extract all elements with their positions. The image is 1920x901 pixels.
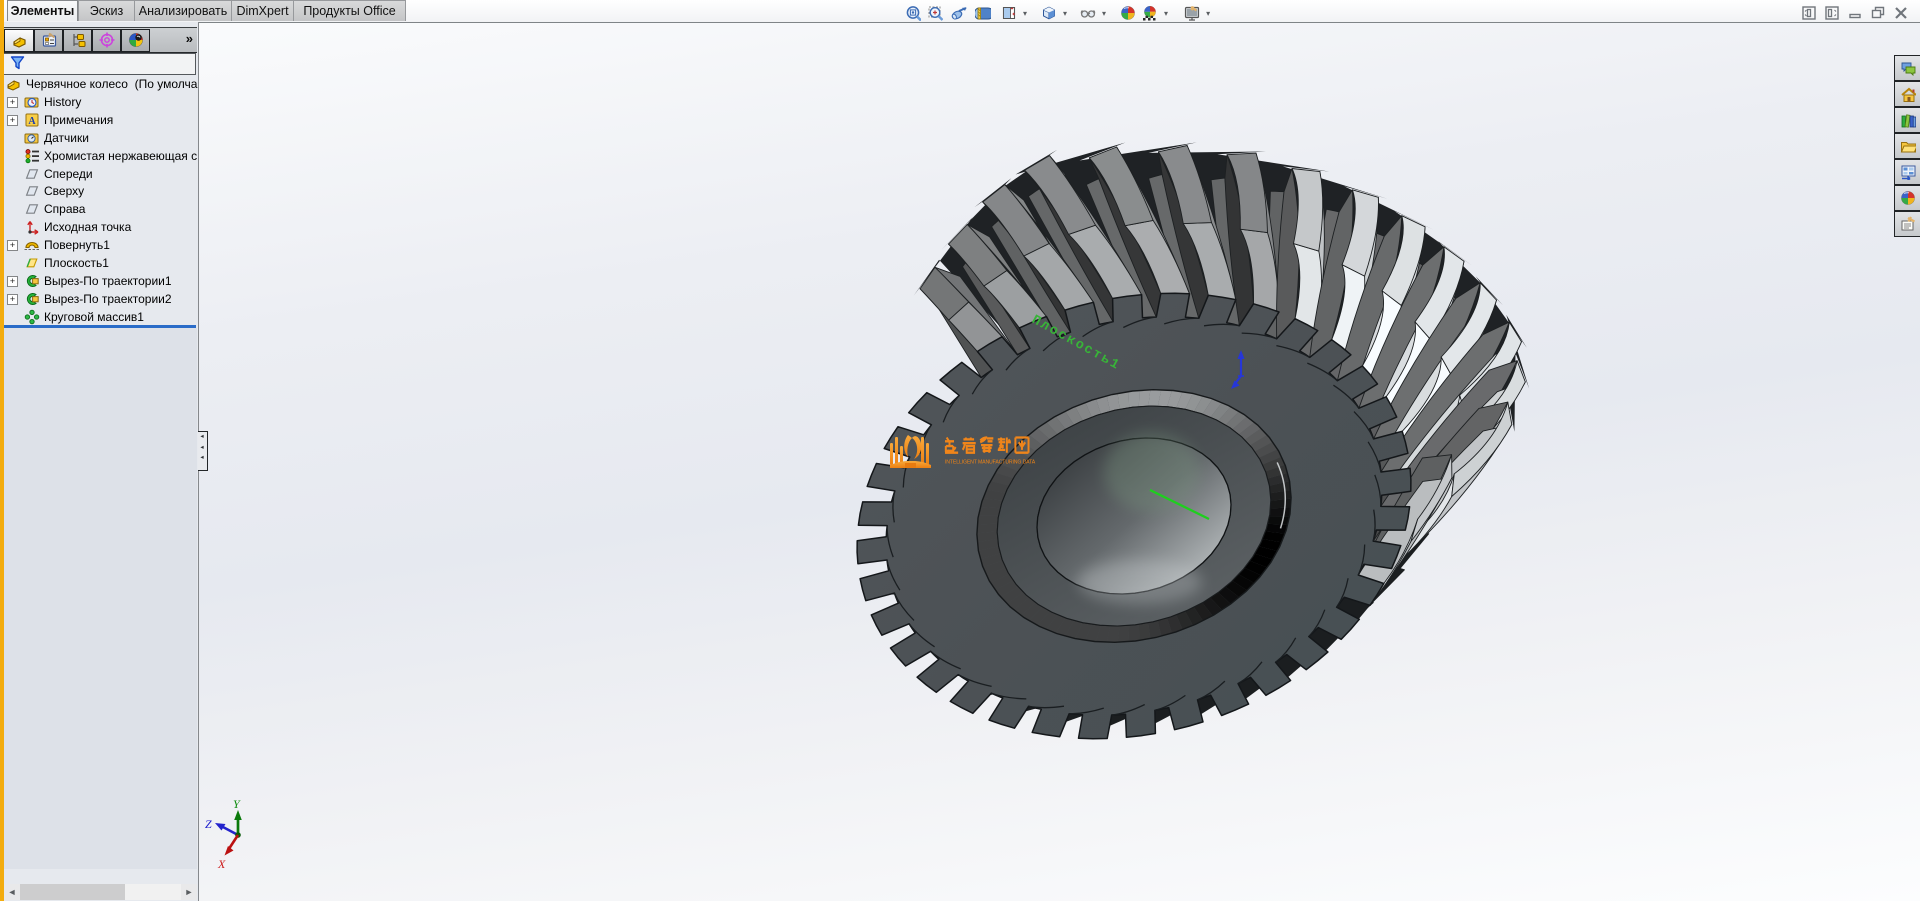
svg-text:X: X (217, 857, 226, 871)
svg-text:Y: Y (233, 797, 241, 811)
svg-text:INTELLIGENT MANUFACTURING DATA: INTELLIGENT MANUFACTURING DATA (945, 460, 1036, 466)
svg-text:Z: Z (205, 817, 212, 831)
